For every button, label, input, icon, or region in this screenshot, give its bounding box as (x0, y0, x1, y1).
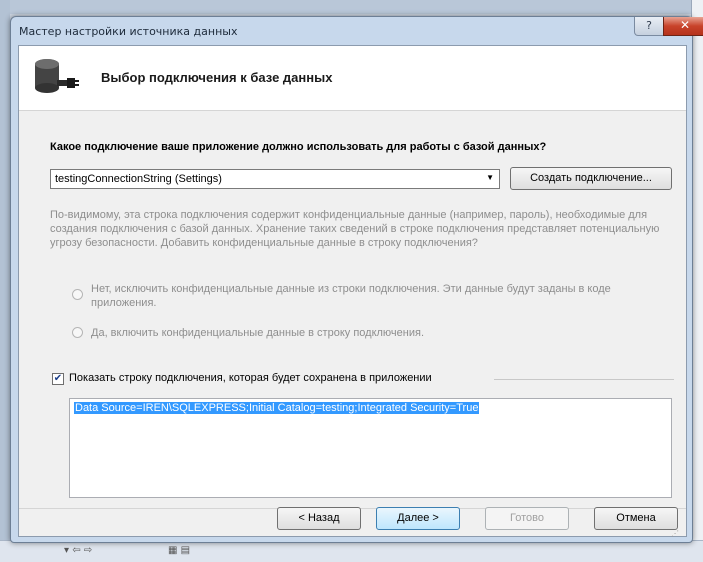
background-window-top (0, 0, 703, 14)
toolbar-grid-icon[interactable]: ▦ ▤ (168, 545, 190, 559)
chevron-down-icon[interactable]: ▼ (486, 173, 494, 182)
close-button[interactable]: ✕ (663, 17, 703, 36)
connection-question: Какое подключение ваше приложение должно… (50, 141, 547, 153)
back-button[interactable]: < Назад (277, 507, 361, 530)
next-button[interactable]: Далее > (376, 507, 460, 530)
header-band: Выбор подключения к базе данных (19, 46, 686, 111)
cancel-button[interactable]: Отмена (594, 507, 678, 530)
window-title: Мастер настройки источника данных (19, 25, 238, 38)
sensitive-data-warning: По-видимому, эта строка подключения соде… (50, 209, 660, 249)
title-bar[interactable]: Мастер настройки источника данных ? ✕ (11, 17, 703, 45)
connection-string-box[interactable]: Data Source=IREN\SQLEXPRESS;Initial Cata… (69, 398, 672, 498)
connection-string-text: Data Source=IREN\SQLEXPRESS;Initial Cata… (74, 402, 480, 414)
help-button[interactable]: ? (634, 17, 664, 36)
show-connection-string-checkbox[interactable]: ✔ (52, 373, 64, 385)
connection-select-value: testingConnectionString (Settings) (55, 173, 222, 185)
group-separator (494, 379, 674, 380)
connection-select[interactable]: testingConnectionString (Settings) ▼ (50, 169, 500, 189)
show-connection-string-label: Показать строку подключения, которая буд… (69, 372, 432, 384)
finish-button[interactable]: Готово (485, 507, 569, 530)
database-icon (35, 59, 79, 93)
data-source-wizard-dialog: Мастер настройки источника данных ? ✕ Вы… (10, 16, 703, 543)
dialog-content: Выбор подключения к базе данных Какое по… (18, 45, 687, 537)
option-include-label: Да, включить конфиденциальные данные в с… (91, 327, 425, 339)
radio-include[interactable] (72, 327, 83, 338)
option-exclude-label: Нет, исключить конфиденциальные данные и… (91, 283, 611, 309)
page-title: Выбор подключения к базе данных (101, 70, 333, 85)
radio-exclude[interactable] (72, 289, 83, 300)
resize-grip-icon[interactable]: ⋰ (671, 529, 679, 538)
background-left-strip (0, 0, 10, 561)
create-connection-button[interactable]: Создать подключение... (510, 167, 672, 190)
toolbar-arrow-icon[interactable]: ▾ ⇦ ⇨ (64, 545, 92, 559)
background-toolbar: ▾ ⇦ ⇨ ▦ ▤ (0, 540, 703, 562)
